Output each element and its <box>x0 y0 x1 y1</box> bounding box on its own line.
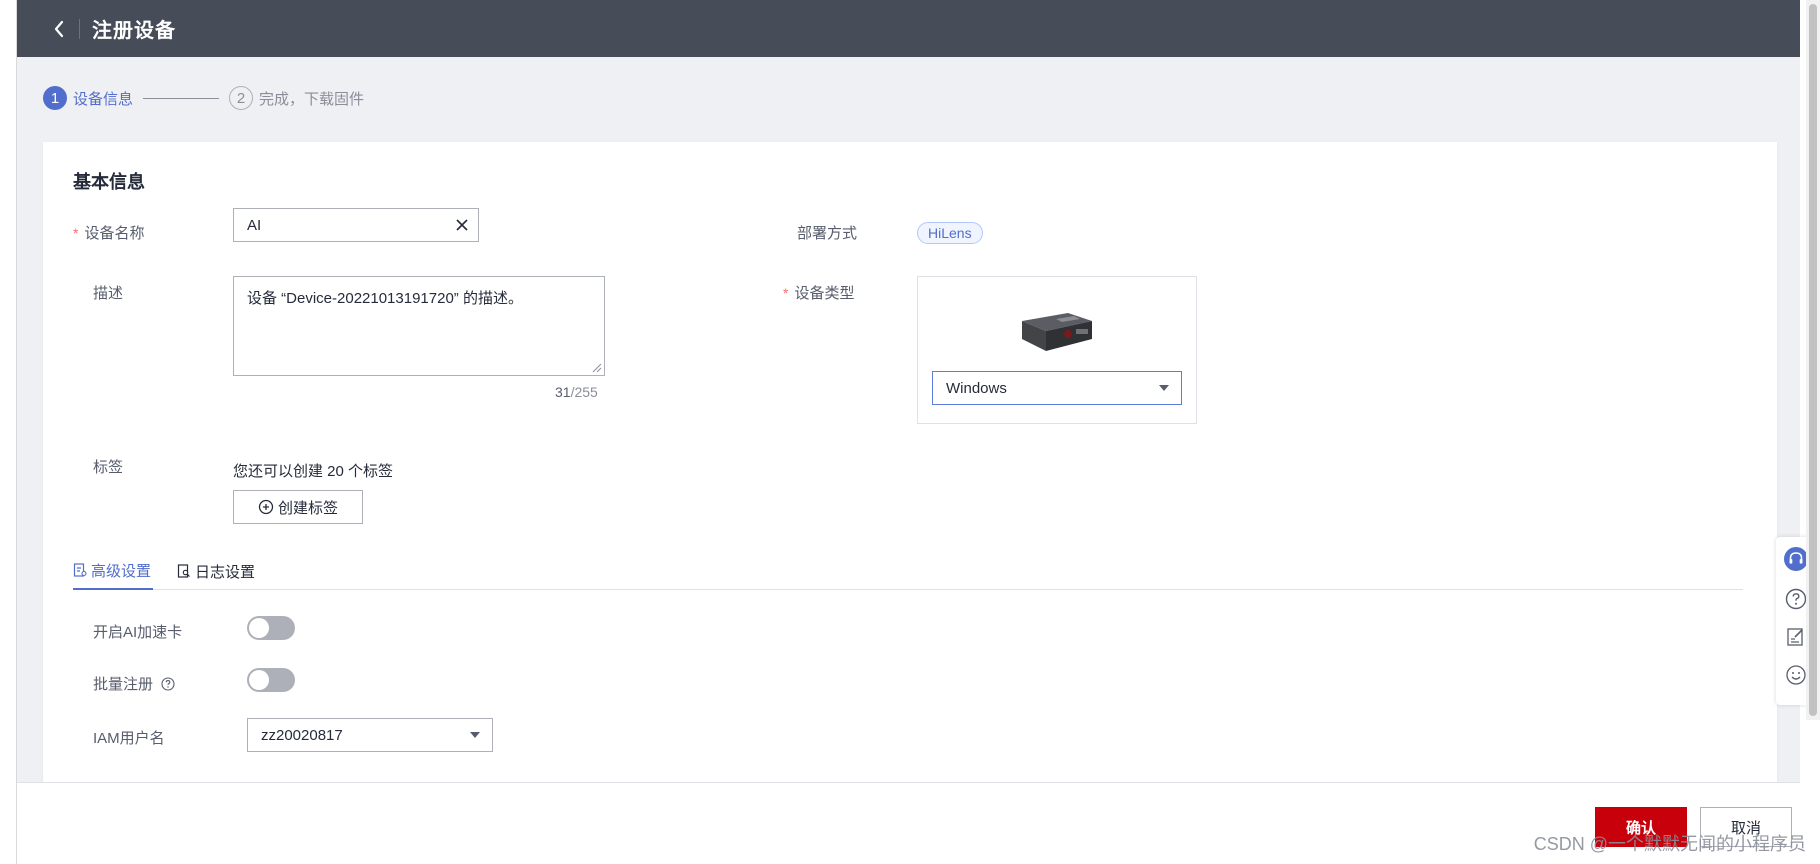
help-icon[interactable] <box>161 676 175 691</box>
device-type-label: * 设备类型 <box>783 285 855 302</box>
form-card: 基本信息 * 设备名称 AI 描述 设备 “Device-202210131917… <box>43 142 1777 864</box>
chevron-left-icon <box>54 20 64 37</box>
iam-username-select[interactable]: zz20020817 <box>247 718 493 752</box>
tag-label: 标签 <box>93 459 124 476</box>
scrollbar[interactable] <box>1806 0 1820 720</box>
required-mark: * <box>73 225 79 241</box>
log-search-icon <box>177 564 190 578</box>
deploy-mode-label: 部署方式 <box>797 225 858 242</box>
watermark: CSDN @一个默默无闻的小程序员 <box>1533 834 1806 854</box>
satisfaction-button[interactable] <box>1784 663 1808 687</box>
chevron-down-icon <box>470 732 480 738</box>
description-textarea[interactable]: 设备 “Device-20221013191720” 的描述。 <box>233 276 605 376</box>
create-tag-label: 创建标签 <box>277 499 338 517</box>
step-connector <box>143 97 220 99</box>
plus-circle-icon <box>258 499 274 515</box>
char-counter: 31/255 <box>555 384 598 400</box>
step-1-number: 1 <box>43 86 67 110</box>
resize-handle-icon[interactable] <box>592 363 602 373</box>
device-type-value: Windows <box>946 379 1007 397</box>
smiley-icon <box>1786 665 1806 685</box>
page-title: 注册设备 <box>92 20 176 42</box>
clear-icon[interactable] <box>454 217 470 233</box>
chevron-down-icon <box>1159 385 1169 391</box>
section-title: 基本信息 <box>73 172 145 192</box>
create-tag-button[interactable]: 创建标签 <box>233 490 363 524</box>
device-name-label: * 设备名称 <box>73 225 145 242</box>
help-button[interactable] <box>1784 587 1808 611</box>
description-label: 描述 <box>93 285 124 302</box>
step-2-label: 完成，下载固件 <box>259 90 365 108</box>
footer-bar: 确认 取消 <box>17 782 1800 864</box>
step-1-label: 设备信息 <box>73 90 134 108</box>
description-value: 设备 “Device-20221013191720” 的描述。 <box>247 290 523 307</box>
batch-register-toggle[interactable] <box>247 668 295 692</box>
stepper: 1 设备信息 2 完成，下载固件 <box>43 86 364 110</box>
deploy-mode-badge: HiLens <box>917 222 983 244</box>
device-name-input[interactable]: AI <box>233 208 479 242</box>
tag-hint: 您还可以创建 20 个标签 <box>233 463 394 480</box>
device-type-select[interactable]: Windows <box>932 371 1182 405</box>
customer-service-button[interactable] <box>1784 547 1808 571</box>
iam-username-value: zz20020817 <box>261 726 343 744</box>
app-window: 注册设备 1 设备信息 2 完成，下载固件 基本信息 * 设备名称 AI 描述 设… <box>16 0 1800 864</box>
edit-note-icon <box>1787 628 1803 646</box>
tab-advanced-settings[interactable]: 高级设置 <box>73 552 153 590</box>
iam-username-label: IAM用户名 <box>93 730 165 747</box>
top-bar: 注册设备 <box>17 0 1800 57</box>
toggle-knob <box>249 618 269 638</box>
divider <box>79 18 80 39</box>
toggle-knob <box>249 670 269 690</box>
scrollbar-thumb[interactable] <box>1809 4 1817 716</box>
headset-icon <box>1784 547 1808 571</box>
question-circle-icon <box>1785 588 1807 610</box>
step-2-number: 2 <box>229 86 254 110</box>
batch-register-label: 批量注册 <box>93 673 175 694</box>
tab-log-settings[interactable]: 日志设置 <box>177 552 255 590</box>
settings-doc-icon <box>73 563 87 577</box>
ai-card-toggle[interactable] <box>247 616 295 640</box>
back-button[interactable] <box>39 0 79 57</box>
required-mark: * <box>783 285 789 301</box>
device-type-card: Windows <box>917 276 1197 424</box>
ai-card-label: 开启AI加速卡 <box>93 624 183 641</box>
device-image-icon <box>1022 313 1092 351</box>
feedback-button[interactable] <box>1784 625 1808 649</box>
device-name-value: AI <box>247 216 262 234</box>
settings-tabs: 高级设置 日志设置 <box>73 552 1743 590</box>
